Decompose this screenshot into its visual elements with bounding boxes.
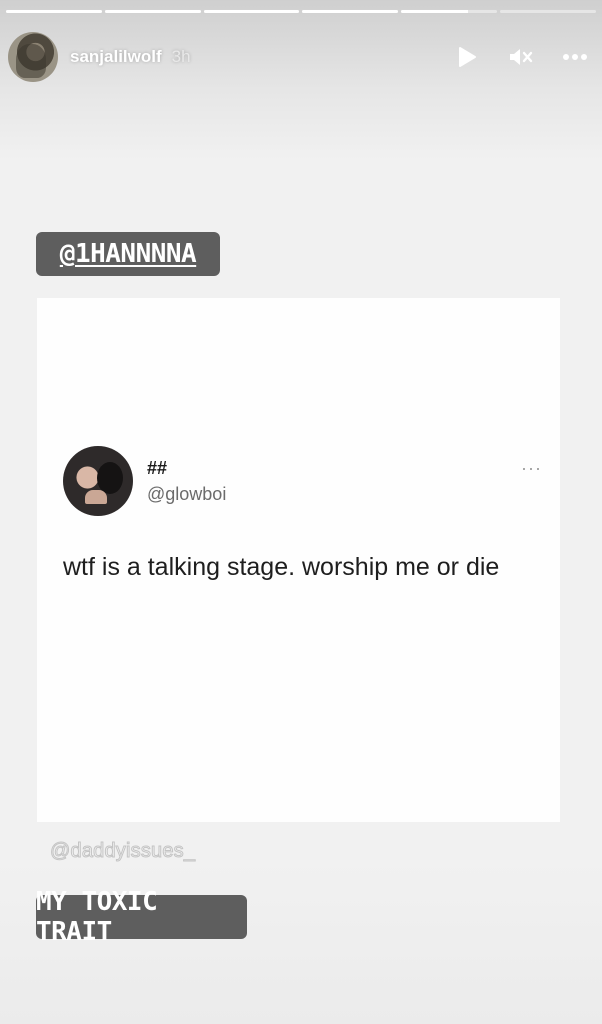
progress-segment bbox=[302, 10, 399, 13]
tweet-display-name: ## bbox=[147, 458, 168, 478]
mute-icon bbox=[510, 49, 533, 65]
progress-segment bbox=[500, 10, 596, 13]
caption-text: MY TOXIC TRAIT bbox=[36, 887, 158, 947]
tweet-more-icon: ··· bbox=[521, 458, 542, 478]
play-icon bbox=[459, 47, 476, 67]
progress-segment bbox=[203, 10, 300, 13]
story-header: sanjalilwolf 3h bbox=[8, 28, 588, 86]
progress-segment bbox=[104, 10, 201, 13]
credit-watermark: @daddyissues_ bbox=[49, 840, 196, 863]
story-progress-bar bbox=[6, 10, 596, 13]
post-time: 3h bbox=[171, 47, 191, 66]
tweet-card: ## @glowboi ··· wtf is a talking stage. … bbox=[37, 298, 560, 822]
tweet-handle: @glowboi bbox=[147, 484, 227, 504]
progress-segment bbox=[6, 10, 102, 13]
tweet-avatar bbox=[63, 446, 133, 516]
mention-sticker[interactable]: @1HANNNNA bbox=[36, 232, 220, 276]
progress-segment bbox=[401, 10, 498, 13]
mention-text: @1HANNNNA bbox=[59, 239, 197, 269]
tweet-text: wtf is a talking stage. worship me or di… bbox=[63, 553, 500, 581]
mute-button[interactable] bbox=[508, 44, 534, 70]
more-icon bbox=[563, 54, 587, 60]
play-button[interactable] bbox=[454, 44, 480, 70]
username[interactable]: sanjalilwolf bbox=[70, 47, 162, 67]
more-options-button[interactable] bbox=[562, 44, 588, 70]
caption-sticker: MY TOXIC TRAIT bbox=[36, 887, 247, 947]
profile-avatar[interactable] bbox=[8, 32, 58, 82]
